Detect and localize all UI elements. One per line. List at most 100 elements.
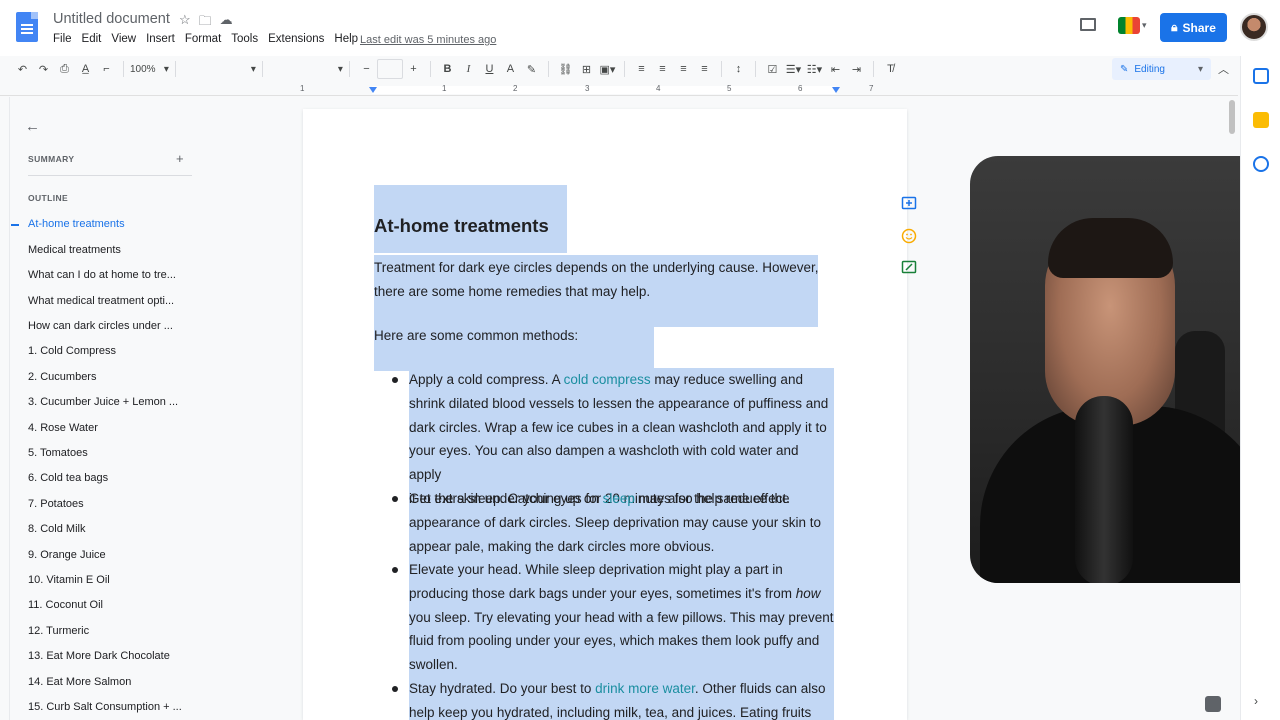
link-sleep[interactable]: sleep (603, 491, 635, 506)
bold-icon[interactable]: B (437, 59, 458, 79)
clear-formatting-icon[interactable]: T̸ (880, 59, 901, 79)
scrollbar-thumb[interactable] (1229, 100, 1235, 134)
font-size-input[interactable] (376, 59, 403, 79)
insert-link-icon[interactable]: ⛓ (555, 59, 576, 79)
outline-item[interactable]: 6. Cold tea bags (28, 472, 108, 484)
decrease-indent-icon[interactable]: ⇤ (825, 59, 846, 79)
outline-item[interactable]: 7. Potatoes (28, 498, 84, 510)
outline-item[interactable]: 13. Eat More Dark Chocolate (28, 650, 170, 662)
menu-insert[interactable]: Insert (146, 33, 175, 45)
paragraph-line[interactable]: Treatment for dark eye circles depends o… (374, 256, 819, 280)
link-cold-compress[interactable]: cold compress (564, 372, 651, 387)
comment-history-icon[interactable] (1080, 18, 1096, 31)
paragraph-line[interactable]: Here are some common methods: (374, 324, 578, 348)
undo-icon[interactable]: ↶ (12, 59, 33, 79)
menu-tools[interactable]: Tools (231, 33, 258, 45)
numbered-list-icon[interactable]: ☷▾ (804, 59, 825, 79)
spellcheck-icon[interactable]: A̲ (75, 59, 96, 79)
font-select[interactable]: ▾ (269, 59, 343, 79)
outline-item[interactable]: 4. Rose Water (28, 422, 98, 434)
menu-extensions[interactable]: Extensions (268, 33, 324, 45)
increase-indent-icon[interactable]: ⇥ (846, 59, 867, 79)
left-indent-marker[interactable] (369, 87, 377, 93)
docs-logo-icon[interactable] (16, 12, 38, 42)
meet-icon[interactable] (1118, 17, 1140, 34)
collapse-menus-icon[interactable]: ︿ (1218, 61, 1229, 77)
align-left-icon[interactable]: ≡ (631, 59, 652, 79)
chevron-right-icon[interactable]: › (1254, 694, 1258, 708)
outline-item[interactable]: 14. Eat More Salmon (28, 676, 131, 688)
back-arrow-icon[interactable]: ← (25, 118, 40, 135)
document-heading[interactable]: At-home treatments (374, 215, 549, 237)
align-justify-icon[interactable]: ≡ (694, 59, 715, 79)
menu-help[interactable]: Help (334, 33, 358, 45)
list-item[interactable]: Elevate your head. While sleep deprivati… (409, 558, 834, 677)
list-text: help keep you hydrated, including milk, … (409, 704, 812, 720)
meet-caret-icon[interactable]: ▾ (1142, 20, 1147, 31)
checklist-icon[interactable]: ☑ (762, 59, 783, 79)
document-title[interactable]: Untitled document (53, 11, 170, 27)
bulleted-list-icon[interactable]: ☰▾ (783, 59, 804, 79)
toolbar-divider (872, 61, 874, 77)
link-drink-more-water[interactable]: drink more water (595, 681, 695, 696)
text-color-icon[interactable]: A (500, 59, 521, 79)
cloud-status-icon[interactable]: ☁ (220, 12, 233, 34)
outline-item[interactable]: Medical treatments (28, 244, 121, 256)
print-icon[interactable]: ⎙ (54, 59, 75, 79)
outline-item[interactable]: 10. Vitamin E Oil (28, 574, 110, 586)
menu-format[interactable]: Format (185, 33, 221, 45)
document-page[interactable]: At-home treatments Treatment for dark ey… (303, 109, 907, 720)
outline-item[interactable]: What can I do at home to tre... (28, 269, 176, 281)
style-select[interactable]: ▾ (182, 59, 256, 79)
increase-font-size-icon[interactable]: + (403, 59, 424, 79)
outline-item[interactable]: 2. Cucumbers (28, 371, 96, 383)
outline-item[interactable]: 1. Cold Compress (28, 345, 116, 357)
zoom-select[interactable]: 100% ▾ (130, 59, 169, 79)
paint-format-icon[interactable]: ⌐ (96, 59, 117, 79)
menu-edit[interactable]: Edit (82, 33, 102, 45)
editing-mode-label: Editing (1134, 63, 1165, 75)
horizontal-ruler[interactable]: 1 1 2 3 4 5 6 7 (0, 84, 1238, 96)
outline-item[interactable]: At-home treatments (28, 218, 125, 230)
star-icon[interactable]: ☆ (179, 12, 191, 34)
emoji-reaction-icon[interactable] (901, 228, 917, 244)
outline-item[interactable]: 5. Tomatoes (28, 447, 88, 459)
outline-item[interactable]: 9. Orange Juice (28, 549, 106, 561)
add-comment-icon[interactable]: ⊞ (576, 59, 597, 79)
outline-item[interactable]: 15. Curb Salt Consumption + ... (28, 701, 182, 713)
menu-file[interactable]: File (53, 33, 72, 45)
insert-image-icon[interactable]: ▣▾ (597, 59, 618, 79)
avatar[interactable] (1240, 13, 1268, 41)
line-spacing-icon[interactable]: ↕ (728, 59, 749, 79)
outline-item[interactable]: 3. Cucumber Juice + Lemon ... (28, 396, 178, 408)
outline-item[interactable]: 11. Coconut Oil (28, 599, 103, 611)
underline-icon[interactable]: U (479, 59, 500, 79)
explore-icon[interactable] (1205, 696, 1221, 712)
outline-item[interactable]: 8. Cold Milk (28, 523, 85, 535)
outline-item[interactable]: What medical treatment opti... (28, 295, 174, 307)
ruler-mark: 7 (869, 84, 874, 93)
move-folder-icon[interactable]: 🗀 (199, 12, 212, 34)
calendar-icon[interactable] (1253, 68, 1269, 84)
list-item[interactable]: Stay hydrated. Do your best to drink mor… (409, 677, 834, 720)
list-item[interactable]: Get extra sleep. Catching up on sleep ma… (409, 487, 834, 558)
add-summary-icon[interactable]: + (176, 151, 184, 166)
outline-item[interactable]: 12. Turmeric (28, 625, 89, 637)
keep-icon[interactable] (1253, 112, 1269, 128)
editing-mode-select[interactable]: ✎ Editing ▾ (1112, 58, 1211, 80)
suggest-edits-icon[interactable] (901, 260, 917, 276)
last-edit-link[interactable]: Last edit was 5 minutes ago (360, 34, 496, 46)
highlight-icon[interactable]: ✎ (521, 59, 542, 79)
decrease-font-size-icon[interactable]: − (356, 59, 377, 79)
align-right-icon[interactable]: ≡ (673, 59, 694, 79)
tasks-icon[interactable] (1253, 156, 1269, 172)
menu-view[interactable]: View (111, 33, 136, 45)
add-comment-icon[interactable] (901, 196, 917, 212)
share-button[interactable]: 🔒︎ Share (1160, 13, 1227, 42)
italic-icon[interactable]: I (458, 59, 479, 79)
paragraph-line[interactable]: there are some home remedies that may he… (374, 280, 650, 304)
right-indent-marker[interactable] (832, 87, 840, 93)
outline-item[interactable]: How can dark circles under ... (28, 320, 173, 332)
redo-icon[interactable]: ↷ (33, 59, 54, 79)
align-center-icon[interactable]: ≡ (652, 59, 673, 79)
